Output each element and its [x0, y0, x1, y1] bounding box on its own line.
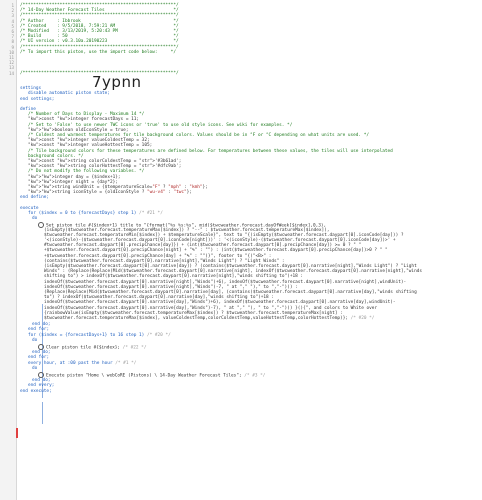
line-number: 14 [8, 70, 14, 76]
define-line: "kw">"kw">string iconStyle = {oldIconSty… [28, 190, 192, 196]
line-number-gutter: 1 2 3 4 5 6 7 8 9 10 11 12 13 14 [0, 0, 17, 500]
execute-piston-line: Execute piston "Home \ webCoRE (Pistons)… [38, 372, 265, 379]
execution-flag-bar [16, 428, 18, 438]
do-keyword: do [32, 216, 38, 222]
for-loop-indent-guide-2 [42, 402, 43, 424]
do-keyword-3: do [32, 365, 38, 371]
define-end: end define; [20, 195, 50, 201]
header-comment-line: /* To import this piston, use the import… [20, 49, 176, 55]
end-execute: end execute; [20, 388, 52, 394]
every-timer: every hour, at :00 past the hour /* #1 *… [28, 360, 137, 366]
set-tile-line: $twcweather.forecast.temperatureMax[$ind… [44, 316, 375, 321]
for-loop-1: for ($index = 0 to {forecastDays} step 1… [28, 211, 163, 216]
do-keyword-2: do [32, 337, 38, 343]
import-code[interactable]: 7ypnn [92, 73, 141, 91]
piston-code-editor: 1 2 3 4 5 6 7 8 9 10 11 12 13 14 /*******************… [0, 0, 482, 500]
clear-tile-line: Clear piston tile #{$index}; /* #22 */ [38, 344, 146, 351]
settings-end: end settings; [20, 96, 55, 102]
for-loop-2: for ($index = {forecastDays+1} to 16 ste… [28, 332, 171, 338]
